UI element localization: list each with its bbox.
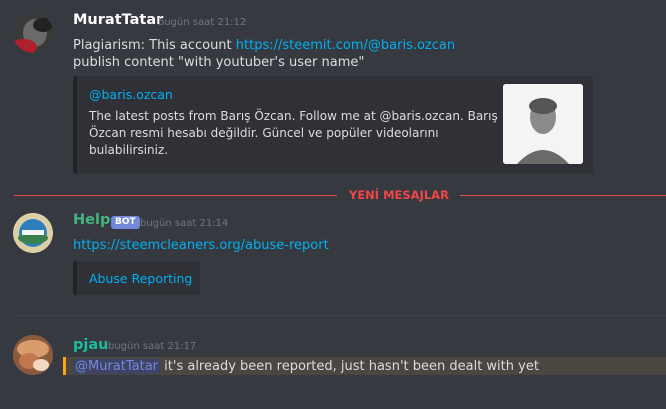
divider-line-left (14, 195, 337, 196)
message-content-line-1: Plagiarism: This account https://steemit… (73, 37, 455, 54)
divider-line-right (460, 195, 666, 196)
link-embed: @baris.ozcan The latest posts from Barış… (73, 76, 593, 174)
embed-provider-link[interactable]: @baris.ozcan (89, 86, 173, 103)
new-messages-label: YENİ MESAJLAR (349, 188, 449, 202)
message-content-line-2: publish content "with youtuber's user na… (73, 55, 365, 70)
avatar-pjau-image (13, 335, 53, 375)
timestamp: bugün saat 21:14 (140, 218, 229, 229)
embed-title-link[interactable]: Abuse Reporting (89, 270, 192, 287)
bot-tag: BOT (111, 216, 140, 229)
username-pjau[interactable]: pjau (73, 337, 108, 353)
link-embed: Abuse Reporting (73, 261, 200, 295)
abuse-report-link[interactable]: https://steemcleaners.org/abuse-report (73, 237, 329, 254)
message-content: @MuratTatar it's already been reported, … (73, 358, 539, 375)
steemit-account-link[interactable]: https://steemit.com/@baris.ozcan (236, 38, 455, 53)
embed-description-3: bulabilirsiniz. (89, 143, 169, 157)
message-text: it's already been reported, just hasn't … (160, 359, 539, 374)
embed-description-1: The latest posts from Barış Özcan. Follo… (89, 109, 498, 123)
avatar-help[interactable] (13, 213, 53, 253)
timestamp: bugün saat 21:17 (108, 341, 197, 352)
username-murattatar[interactable]: MuratTatar (73, 12, 163, 28)
embed-thumbnail[interactable] (503, 84, 583, 164)
avatar-pjau[interactable] (13, 335, 53, 375)
timestamp: bugün saat 21:12 (158, 17, 247, 28)
username-help[interactable]: Help (73, 212, 110, 228)
user-mention[interactable]: @MuratTatar (73, 359, 161, 374)
embed-thumbnail-image (503, 84, 583, 164)
message-separator (14, 315, 666, 316)
avatar-murattatar-image (13, 13, 53, 53)
avatar-murattatar[interactable] (13, 13, 53, 53)
avatar-help-image (13, 213, 53, 253)
message-text: Plagiarism: This account (73, 38, 236, 53)
embed-description-2: Özcan resmi hesabı değildir. Güncel ve p… (89, 126, 439, 140)
